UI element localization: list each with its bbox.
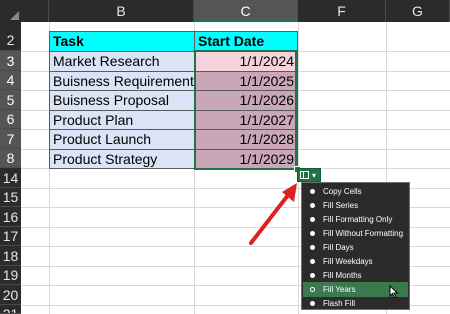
column-header-b[interactable]: B	[49, 0, 194, 22]
radio-selected-icon	[310, 287, 315, 292]
row-header-21[interactable]: 21	[0, 305, 21, 314]
row-header-15[interactable]: 15	[0, 188, 21, 207]
menu-item-copy-cells[interactable]: Copy Cells	[303, 184, 408, 199]
row-header-16[interactable]: 16	[0, 207, 21, 227]
menu-item-fill-months[interactable]: Fill Months	[303, 268, 408, 283]
task-cell[interactable]: Product Plan	[49, 110, 195, 130]
row-header-7[interactable]: 7	[0, 129, 21, 149]
row-header-18[interactable]: 18	[0, 246, 21, 266]
column-header-f[interactable]: F	[298, 0, 386, 22]
chevron-down-icon: ▾	[312, 171, 317, 180]
task-cell[interactable]: Market Research	[49, 51, 195, 72]
row-header-14[interactable]: 14	[0, 168, 21, 188]
auto-fill-options-icon	[300, 171, 309, 179]
spreadsheet-grid: B C F G 2 3 4 5 6 7 8 14 15 16 17 18 19 …	[0, 0, 450, 314]
row-header-4[interactable]: 4	[0, 71, 21, 90]
row-header-6[interactable]: 6	[0, 110, 21, 129]
menu-item-fill-weekdays[interactable]: Fill Weekdays	[303, 254, 408, 269]
task-cell[interactable]: Buisness Requirements	[49, 71, 195, 91]
task-cell[interactable]: Product Strategy	[49, 149, 195, 169]
row-header-19[interactable]: 19	[0, 266, 21, 285]
start-date-cell[interactable]: 1/1/2024	[194, 51, 298, 72]
radio-icon	[310, 273, 315, 278]
row-header-3[interactable]: 3	[0, 51, 21, 71]
row-header-20[interactable]: 20	[0, 285, 21, 305]
menu-item-fill-without-formatting[interactable]: Fill Without Formatting	[303, 226, 408, 241]
corner-triangle-icon	[10, 11, 19, 20]
start-date-cell[interactable]: 1/1/2026	[194, 90, 298, 111]
radio-icon	[310, 231, 315, 236]
row-header-2[interactable]: 2	[0, 22, 21, 51]
task-cell[interactable]: Product Launch	[49, 129, 195, 150]
red-arrow-icon	[249, 183, 297, 245]
radio-icon	[310, 203, 315, 208]
start-date-header-cell[interactable]: Start Date	[194, 31, 298, 52]
start-date-cell[interactable]: 1/1/2027	[194, 110, 298, 130]
task-cell[interactable]: Buisness Proposal	[49, 90, 195, 111]
task-header-cell[interactable]: Task	[49, 31, 195, 52]
radio-icon	[310, 217, 315, 222]
menu-item-fill-formatting-only[interactable]: Fill Formatting Only	[303, 212, 408, 227]
radio-icon	[310, 245, 315, 250]
column-header-c[interactable]: C	[194, 0, 298, 22]
radio-icon	[310, 189, 315, 194]
menu-item-fill-series[interactable]: Fill Series	[303, 198, 408, 213]
start-date-cell[interactable]: 1/1/2025	[194, 71, 298, 91]
mouse-pointer-icon	[389, 285, 399, 299]
row-header-5[interactable]: 5	[0, 90, 21, 110]
menu-item-fill-days[interactable]: Fill Days	[303, 240, 408, 255]
row-header-17[interactable]: 17	[0, 227, 21, 246]
radio-icon	[310, 301, 315, 306]
row-header-8[interactable]: 8	[0, 149, 21, 168]
radio-icon	[310, 259, 315, 264]
column-header-g[interactable]: G	[386, 0, 450, 22]
column-header-a[interactable]	[21, 0, 49, 22]
select-all-corner[interactable]	[0, 0, 21, 22]
start-date-cell[interactable]: 1/1/2029	[194, 149, 298, 169]
auto-fill-options-button[interactable]: ▾	[297, 168, 321, 182]
start-date-cell[interactable]: 1/1/2028	[194, 129, 298, 150]
